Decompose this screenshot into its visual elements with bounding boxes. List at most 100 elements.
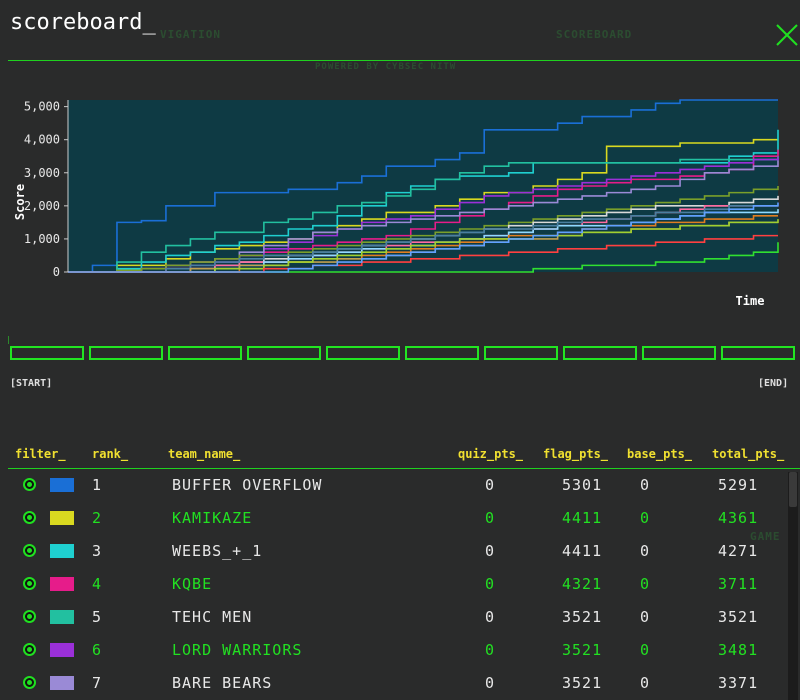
team-name-cell: KQBE [172, 575, 213, 593]
y-tick-label: 4,000 [24, 133, 60, 147]
total-pts-cell: 3711 [718, 575, 759, 593]
team-color-swatch [50, 676, 74, 690]
base-pts-cell: 0 [640, 509, 651, 527]
rank-cell: 5 [92, 608, 103, 626]
table-row[interactable]: 3 WEEBS_+_1 0 4411 0 4271 [0, 534, 790, 567]
total-pts-cell: 4361 [718, 509, 759, 527]
score-chart-svg: 0 1,000 2,000 3,000 4,000 5,000 Score Time [13, 99, 779, 308]
base-pts-cell: 0 [640, 542, 651, 560]
flag-pts-cell: 5301 [562, 476, 603, 494]
quiz-pts-cell: 0 [485, 641, 496, 659]
bg-nav-label: VIGATION [160, 28, 221, 41]
col-filter[interactable]: filter_ [15, 447, 66, 461]
team-color-swatch [50, 544, 74, 558]
quiz-pts-cell: 0 [485, 674, 496, 692]
quiz-pts-cell: 0 [485, 509, 496, 527]
timeline-segment[interactable] [326, 346, 400, 360]
rank-cell: 6 [92, 641, 103, 659]
filter-radio[interactable] [23, 577, 36, 590]
table-row[interactable]: 4 KQBE 0 4321 0 3711 [0, 567, 790, 600]
timeline-segment[interactable] [484, 346, 558, 360]
flag-pts-cell: 4411 [562, 509, 603, 527]
filter-radio[interactable] [23, 610, 36, 623]
x-axis-label: Time [736, 294, 765, 308]
scrollbar-thumb[interactable] [789, 472, 797, 507]
total-pts-cell: 3481 [718, 641, 759, 659]
filter-radio[interactable] [23, 643, 36, 656]
timeline-segment[interactable] [721, 346, 795, 360]
score-chart: 0 1,000 2,000 3,000 4,000 5,000 Score Time [0, 90, 800, 320]
timeline-ticks [8, 336, 799, 344]
close-icon[interactable] [774, 22, 800, 48]
flag-pts-cell: 4321 [562, 575, 603, 593]
table-row[interactable]: 2 KAMIKAZE 0 4411 0 4361 [0, 501, 790, 534]
flag-pts-cell: 3521 [562, 608, 603, 626]
col-base-pts[interactable]: base_pts_ [627, 447, 692, 461]
team-color-swatch [50, 643, 74, 657]
y-tick-label: 0 [53, 265, 60, 279]
bg-scoreboard-label: SCOREBOARD [556, 28, 633, 41]
quiz-pts-cell: 0 [485, 476, 496, 494]
col-flag-pts[interactable]: flag_pts_ [543, 447, 608, 461]
timeline-segment[interactable] [247, 346, 321, 360]
timeline-segment[interactable] [405, 346, 479, 360]
timeline-start-label[interactable]: [START] [10, 378, 52, 389]
flag-pts-cell: 3521 [562, 641, 603, 659]
timeline-segment[interactable] [10, 346, 84, 360]
total-pts-cell: 3521 [718, 608, 759, 626]
team-name-cell: LORD WARRIORS [172, 641, 303, 659]
base-pts-cell: 0 [640, 641, 651, 659]
y-tick-label: 5,000 [24, 100, 60, 114]
team-name-cell: BUFFER OVERFLOW [172, 476, 323, 494]
total-pts-cell: 4271 [718, 542, 759, 560]
header-divider [8, 60, 800, 61]
col-quiz-pts[interactable]: quiz_pts_ [458, 447, 523, 461]
table-header: filter_ rank_ team_name_ quiz_pts_ flag_… [0, 440, 800, 470]
filter-radio[interactable] [23, 511, 36, 524]
bg-powered-by: POWERED BY CYBSEC NITW [315, 62, 457, 72]
team-name-cell: TEHC MEN [172, 608, 253, 626]
total-pts-cell: 3371 [718, 674, 759, 692]
flag-pts-cell: 4411 [562, 542, 603, 560]
base-pts-cell: 0 [640, 608, 651, 626]
timeline-end-label[interactable]: [END] [758, 378, 788, 389]
y-tick-label: 3,000 [24, 166, 60, 180]
y-tick-label: 1,000 [24, 232, 60, 246]
rank-cell: 7 [92, 674, 103, 692]
rank-cell: 2 [92, 509, 103, 527]
team-color-swatch [50, 511, 74, 525]
timeline-segment[interactable] [563, 346, 637, 360]
col-team-name[interactable]: team_name_ [168, 447, 240, 461]
team-color-swatch [50, 610, 74, 624]
team-name-cell: WEEBS_+_1 [172, 542, 263, 560]
total-pts-cell: 5291 [718, 476, 759, 494]
filter-radio[interactable] [23, 544, 36, 557]
team-name-cell: KAMIKAZE [172, 509, 253, 527]
table-row[interactable]: 7 BARE BEARS 0 3521 0 3371 [0, 666, 790, 699]
col-rank[interactable]: rank_ [92, 447, 128, 461]
base-pts-cell: 0 [640, 575, 651, 593]
filter-radio[interactable] [23, 478, 36, 491]
base-pts-cell: 0 [640, 476, 651, 494]
team-color-swatch [50, 577, 74, 591]
rank-cell: 4 [92, 575, 103, 593]
rank-cell: 1 [92, 476, 103, 494]
team-name-cell: BARE BEARS [172, 674, 273, 692]
table-row[interactable]: 1 BUFFER OVERFLOW 0 5301 0 5291 [0, 468, 790, 501]
base-pts-cell: 0 [640, 674, 651, 692]
filter-radio[interactable] [23, 676, 36, 689]
y-axis-ticks: 0 1,000 2,000 3,000 4,000 5,000 [24, 100, 68, 279]
table-row[interactable]: 5 TEHC MEN 0 3521 0 3521 [0, 600, 790, 633]
table-row[interactable]: 6 LORD WARRIORS 0 3521 0 3481 [0, 633, 790, 666]
team-color-swatch [50, 478, 74, 492]
table-scrollbar[interactable] [788, 472, 798, 700]
quiz-pts-cell: 0 [485, 542, 496, 560]
quiz-pts-cell: 0 [485, 608, 496, 626]
timeline-segment[interactable] [168, 346, 242, 360]
timeline-bar[interactable] [10, 346, 795, 360]
col-total-pts[interactable]: total_pts_ [712, 447, 784, 461]
flag-pts-cell: 3521 [562, 674, 603, 692]
timeline-segment[interactable] [642, 346, 716, 360]
timeline-segment[interactable] [89, 346, 163, 360]
window-title: scoreboard_ [10, 10, 156, 35]
